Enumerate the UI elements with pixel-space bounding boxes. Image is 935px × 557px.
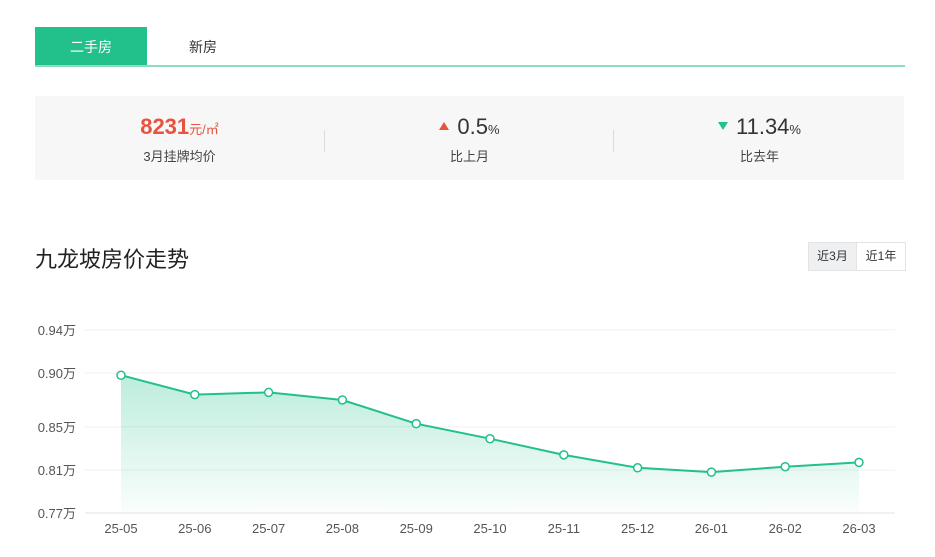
y-tick-label: 0.77万 xyxy=(38,506,76,521)
area-fill xyxy=(121,375,859,513)
x-tick-label: 25-06 xyxy=(178,521,211,536)
data-point xyxy=(854,457,864,468)
x-tick-label: 25-12 xyxy=(621,521,654,536)
x-tick-label: 26-03 xyxy=(842,521,875,536)
x-tick-label: 26-01 xyxy=(695,521,728,536)
price-trend-chart: 0.94万 0.90万 0.85万 0.81万 0.77万 25-05 25-06 25-0… xyxy=(38,323,895,536)
y-tick-label: 0.94万 xyxy=(38,323,76,338)
x-tick-label: 26-02 xyxy=(769,521,802,536)
y-tick-label: 0.90万 xyxy=(38,366,76,381)
x-tick-label: 25-10 xyxy=(473,521,506,536)
x-tick-label: 25-08 xyxy=(326,521,359,536)
data-point xyxy=(116,370,126,380)
data-point xyxy=(190,389,200,400)
y-tick-label: 0.85万 xyxy=(38,420,76,435)
data-point xyxy=(706,467,717,477)
x-tick-label: 25-07 xyxy=(252,521,285,536)
data-point xyxy=(337,395,348,405)
data-point xyxy=(411,418,421,429)
x-tick-label: 25-11 xyxy=(548,521,580,536)
data-point xyxy=(263,387,274,398)
data-point xyxy=(485,433,495,444)
x-tick-label: 25-05 xyxy=(104,521,137,536)
data-point xyxy=(559,450,569,460)
data-point xyxy=(632,463,643,473)
x-tick-label: 25-09 xyxy=(400,521,433,536)
y-tick-label: 0.81万 xyxy=(38,463,76,478)
data-point xyxy=(780,461,790,472)
